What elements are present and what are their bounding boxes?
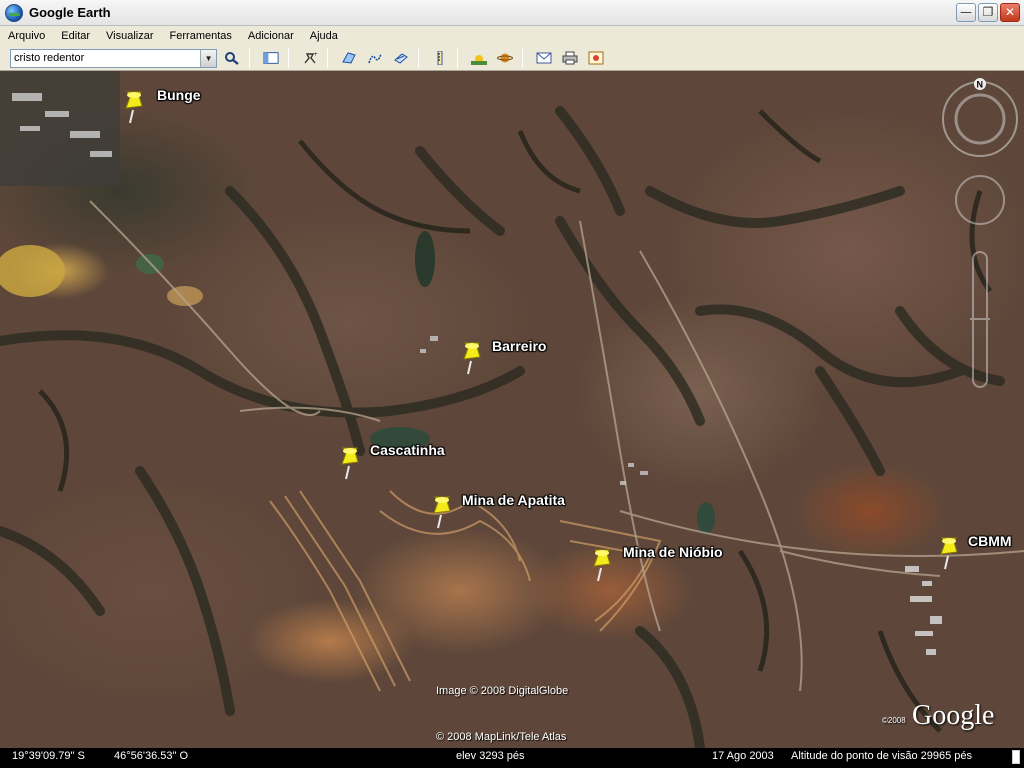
toolbar-separator xyxy=(457,48,458,68)
menu-arquivo[interactable]: Arquivo xyxy=(0,30,53,42)
move-joystick[interactable] xyxy=(955,175,1005,225)
planets-button[interactable] xyxy=(494,48,516,69)
north-label: N xyxy=(977,80,984,90)
map-viewport[interactable]: Bunge Barreiro Cascatinha Mina de Apatit… xyxy=(0,71,1024,748)
placemark-label-cbmm[interactable]: CBMM xyxy=(968,533,1012,549)
restore-icon: ❐ xyxy=(982,5,994,19)
search-button[interactable] xyxy=(221,48,243,69)
view-in-maps-button[interactable] xyxy=(585,48,607,69)
minimize-icon: — xyxy=(960,5,972,19)
planets-icon xyxy=(497,53,513,63)
map-credit: © 2008 MapLink/Tele Atlas xyxy=(436,731,567,743)
add-path-icon xyxy=(368,53,382,64)
email-icon xyxy=(536,52,552,64)
print-icon xyxy=(562,51,578,65)
toolbar-separator xyxy=(327,48,328,68)
print-button[interactable] xyxy=(559,48,581,69)
sunlight-button[interactable] xyxy=(468,48,490,69)
placemark-pin-icon[interactable] xyxy=(460,341,486,375)
latitude-readout: 19°39'09.79" S xyxy=(12,750,85,762)
placemark-label-mina-de-niobio[interactable]: Mina de Nióbio xyxy=(623,544,723,560)
placemark-label-mina-de-apatita[interactable]: Mina de Apatita xyxy=(462,492,565,508)
sidebar-toggle-button[interactable] xyxy=(260,48,282,69)
placemark-pin-icon[interactable] xyxy=(338,446,364,480)
placemark-label-cascatinha[interactable]: Cascatinha xyxy=(370,442,445,458)
toolbar-separator xyxy=(249,48,250,68)
toolbar-separator xyxy=(522,48,523,68)
imagery-date: 17 Ago 2003 xyxy=(712,750,774,762)
toolbar-separator xyxy=(288,48,289,68)
window-title-bar: Google Earth — ❐ ✕ xyxy=(0,0,1024,26)
search-history-dropdown[interactable]: ▼ xyxy=(200,49,216,67)
logo-year: ©2008 xyxy=(882,716,906,725)
search-icon xyxy=(225,52,239,65)
placemark-label-bunge[interactable]: Bunge xyxy=(157,87,201,103)
add-placemark-icon: + xyxy=(304,52,318,64)
menu-bar: Arquivo Editar Visualizar Ferramentas Ad… xyxy=(0,26,1024,46)
close-icon: ✕ xyxy=(1004,5,1016,19)
streaming-progress-bar xyxy=(1012,750,1020,764)
sidebar-toggle-icon xyxy=(263,52,279,64)
longitude-readout: 46°56'36.53" O xyxy=(114,750,189,762)
zoom-slider[interactable] xyxy=(970,251,990,388)
restore-button[interactable]: ❐ xyxy=(978,3,998,22)
menu-ferramentas[interactable]: Ferramentas xyxy=(162,30,240,42)
minimize-button[interactable]: — xyxy=(956,3,976,22)
placemark-label-barreiro[interactable]: Barreiro xyxy=(492,338,546,354)
window-title: Google Earth xyxy=(29,5,111,20)
email-button[interactable] xyxy=(533,48,555,69)
menu-adicionar[interactable]: Adicionar xyxy=(240,30,302,42)
add-placemark-button[interactable]: + xyxy=(299,48,321,69)
north-compass-icon[interactable]: N xyxy=(974,78,986,90)
menu-visualizar[interactable]: Visualizar xyxy=(98,30,162,42)
sunlight-icon xyxy=(471,55,487,65)
search-box: ▼ xyxy=(10,48,217,68)
placemark-pin-icon[interactable] xyxy=(122,90,148,124)
look-joystick[interactable] xyxy=(942,81,1018,157)
svg-text:+: + xyxy=(314,52,318,58)
add-image-overlay-icon xyxy=(394,53,408,64)
menu-editar[interactable]: Editar xyxy=(53,30,98,42)
add-image-overlay-button[interactable] xyxy=(390,48,412,69)
navigation-controls: N xyxy=(942,78,1018,388)
google-earth-icon xyxy=(5,3,23,22)
add-polygon-icon xyxy=(342,52,356,64)
toolbar: ▼ + xyxy=(0,46,1024,71)
view-in-maps-icon xyxy=(588,51,604,65)
chevron-down-icon: ▼ xyxy=(204,53,213,63)
satellite-imagery xyxy=(0,71,1024,748)
google-logo: Google xyxy=(912,700,995,731)
placemark-pin-icon[interactable] xyxy=(590,548,616,582)
placemark-pin-icon[interactable] xyxy=(937,536,963,570)
toolbar-separator xyxy=(418,48,419,68)
placemark-pin-icon[interactable] xyxy=(430,495,456,529)
add-polygon-button[interactable] xyxy=(338,48,360,69)
eye-altitude-readout: Altitude do ponto de visão 29965 pés xyxy=(791,750,973,762)
elevation-readout: elev 3293 pés xyxy=(456,750,525,762)
close-button[interactable]: ✕ xyxy=(1000,3,1020,22)
search-input[interactable] xyxy=(11,49,201,67)
menu-ajuda[interactable]: Ajuda xyxy=(302,30,346,42)
add-path-button[interactable] xyxy=(364,48,386,69)
ruler-button[interactable] xyxy=(429,48,451,69)
imagery-credit: Image © 2008 DigitalGlobe xyxy=(436,685,569,697)
ruler-icon xyxy=(437,51,443,65)
